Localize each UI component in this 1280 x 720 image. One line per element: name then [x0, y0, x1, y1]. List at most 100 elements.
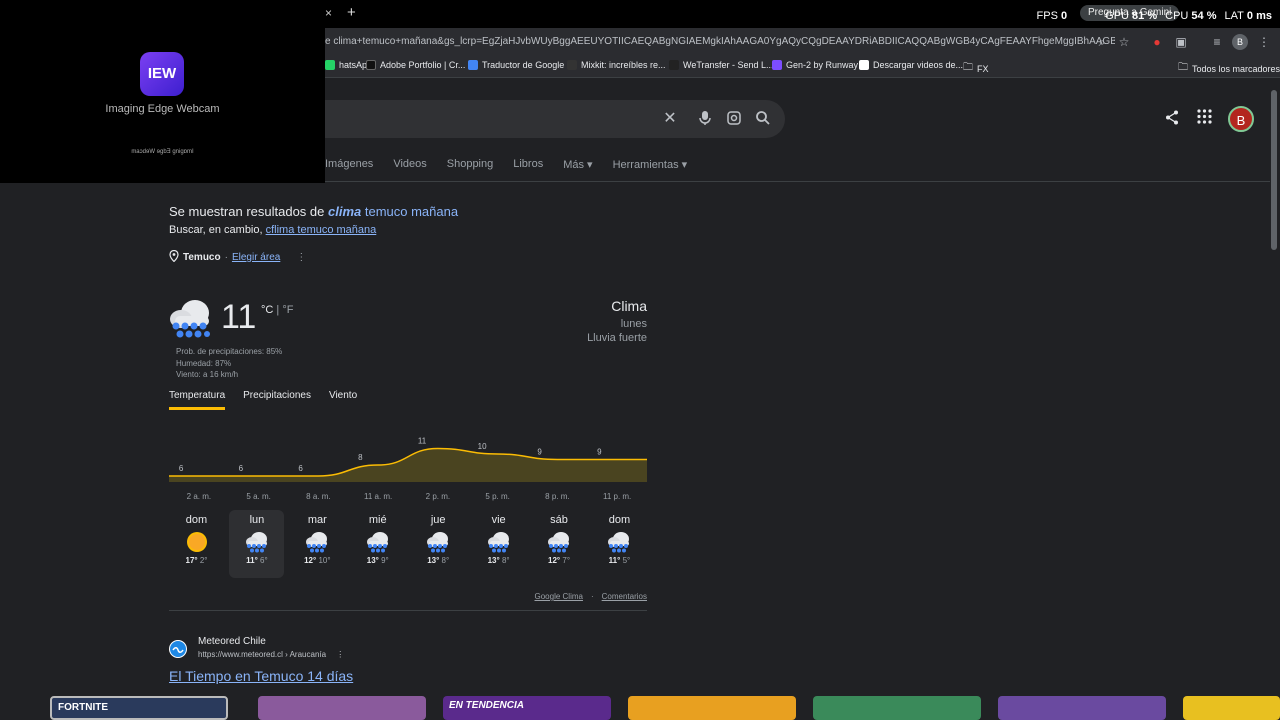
apps-grid-icon[interactable]: [1197, 109, 1212, 128]
day-forecast[interactable]: vie 13° 8°: [471, 510, 526, 578]
bookmark-item[interactable]: Descargar videos de...: [859, 60, 963, 70]
chart-time-label: 5 a. m.: [246, 492, 270, 501]
thumbnail-card[interactable]: [628, 696, 796, 720]
weather-footer: Google Clima · Comentarios: [535, 592, 648, 601]
menu-kebab-icon[interactable]: ⋮: [1256, 34, 1272, 50]
filter-images[interactable]: Imágenes: [325, 158, 373, 174]
bookmark-item[interactable]: Mixkit: increíbles re...: [567, 60, 666, 70]
rain-cloud-icon: [606, 531, 632, 553]
page-scrollbar[interactable]: [1271, 90, 1277, 250]
rain-cloud-icon: [546, 531, 572, 553]
result-url: https://www.meteored.cl › Araucanía ⋮: [198, 650, 345, 659]
webcam-overlay: IEW Imaging Edge Webcam maɔdɘW ɘgbƎ gnig…: [0, 0, 325, 183]
webcam-app-name: Imaging Edge Webcam: [105, 103, 220, 115]
location-separator: ·: [224, 252, 228, 263]
gpu-label: GPU: [1105, 10, 1129, 22]
bookmark-item[interactable]: Gen-2 by Runway: [772, 60, 858, 70]
chart-time-label: 2 a. m.: [187, 492, 211, 501]
day-name: mar: [307, 514, 327, 526]
extensions-puzzle-icon[interactable]: ▣: [1173, 34, 1189, 50]
day-forecast[interactable]: lun 11° 6°: [229, 510, 285, 578]
chart-temp-label: 9: [597, 448, 602, 457]
new-tab-button[interactable]: +: [347, 4, 356, 21]
bookmark-favicon: [366, 60, 376, 70]
bookmark-item[interactable]: Adobe Portfolio | Cr...: [366, 60, 465, 70]
day-high: 13°: [427, 556, 440, 565]
thumbnail-card[interactable]: FORTNITE: [50, 696, 228, 720]
account-avatar[interactable]: B: [1228, 106, 1254, 132]
search-input[interactable]: ✕: [325, 100, 785, 138]
day-temps: 11° 6°: [229, 556, 284, 565]
filter-tools[interactable]: Herramientas ▾: [613, 158, 688, 174]
filter-more[interactable]: Más ▾: [563, 158, 592, 174]
day-forecast[interactable]: dom 11° 5°: [592, 510, 647, 578]
sun-icon: [184, 531, 210, 553]
thumbnail-card[interactable]: [1183, 696, 1280, 720]
day-temps: 11° 5°: [592, 556, 647, 565]
day-forecast[interactable]: jue 13° 8°: [411, 510, 466, 578]
day-forecast[interactable]: mié 13° 9°: [350, 510, 405, 578]
lat-label: LAT: [1224, 10, 1244, 22]
cpu-value: 54 %: [1191, 10, 1217, 22]
day-forecast[interactable]: sáb 12° 7°: [532, 510, 587, 578]
folder-icon: 🗀: [1178, 62, 1188, 73]
chart-temp-label: 6: [298, 464, 303, 473]
zoom-icon[interactable]: ⌕: [1094, 34, 1110, 50]
day-forecast[interactable]: mar 12° 10°: [290, 510, 345, 578]
thumbnail-card[interactable]: [998, 696, 1166, 720]
share-icon[interactable]: [1165, 110, 1179, 129]
filter-books[interactable]: Libros: [513, 158, 543, 174]
bookmark-item[interactable]: hatsApp: [325, 60, 372, 70]
filter-shopping[interactable]: Shopping: [447, 158, 494, 174]
tab-wind[interactable]: Viento: [329, 390, 357, 410]
change-area-link[interactable]: Elegir área: [232, 252, 280, 263]
bookmark-favicon: [468, 60, 478, 70]
unit-celsius[interactable]: °C: [261, 304, 273, 316]
bookmark-favicon: [859, 60, 869, 70]
showing-results-line: Se muestran resultados de clima temuco m…: [169, 204, 459, 219]
search-icon[interactable]: [754, 110, 772, 128]
thumbnail-card[interactable]: EN TENDENCIA: [443, 696, 611, 720]
bookmark-item[interactable]: WeTransfer - Send L...: [669, 60, 774, 70]
result-title-link[interactable]: El Tiempo en Temuco 14 días: [169, 668, 353, 684]
bookmark-favicon: [669, 60, 679, 70]
bookmark-item[interactable]: Traductor de Google: [468, 60, 564, 70]
reading-list-icon[interactable]: ≡: [1209, 34, 1225, 50]
bookmark-favicon: [325, 60, 335, 70]
thumbnail-card[interactable]: [813, 696, 981, 720]
thumbnail-card[interactable]: [258, 696, 426, 720]
all-bookmarks-folder[interactable]: 🗀 Todos los marcadores: [1178, 60, 1280, 77]
feedback-link[interactable]: Comentarios: [602, 592, 647, 601]
unit-fahrenheit[interactable]: °F: [282, 304, 293, 316]
result-more-icon[interactable]: ⋮: [336, 650, 344, 659]
day-forecast[interactable]: dom 17° 2°: [169, 510, 224, 578]
tab-temperature[interactable]: Temperatura: [169, 390, 226, 410]
rain-cloud-icon: [365, 531, 391, 553]
day-temps: 13° 8°: [411, 556, 466, 565]
bookmark-folder[interactable]: 🗀 FX: [963, 60, 989, 77]
perf-overlay: FPS 0 GPU 81 % CPU 54 % LAT 0 ms: [1037, 10, 1272, 22]
more-options-icon[interactable]: ⋮: [296, 252, 306, 263]
day-low: 8°: [501, 556, 510, 565]
lens-icon[interactable]: [725, 110, 743, 128]
filter-videos[interactable]: Videos: [393, 158, 426, 174]
extension-icon[interactable]: ●: [1149, 34, 1165, 50]
corrected-query-link[interactable]: clima temuco mañana: [328, 204, 458, 219]
weather-condition: Lluvia fuerte: [587, 332, 647, 344]
result-site-name[interactable]: Meteored Chile: [198, 636, 266, 647]
webcam-mirrored-text: maɔdɘW ɘgbƎ gnigɒmI: [131, 149, 194, 155]
chart-temp-label: 10: [478, 442, 487, 451]
footer-separator: ·: [590, 592, 594, 601]
day-low: 7°: [562, 556, 571, 565]
result-divider: [169, 610, 647, 611]
browser-profile-avatar[interactable]: B: [1232, 34, 1248, 50]
folder-icon: 🗀: [963, 62, 973, 73]
tab-precipitation[interactable]: Precipitaciones: [243, 390, 311, 410]
clear-icon[interactable]: ✕: [661, 110, 679, 128]
url-field[interactable]: e clima+temuco+mañana&gs_lcrp=EgZjaHJvbW…: [325, 32, 1115, 52]
bookmark-star-icon[interactable]: ☆: [1116, 34, 1132, 50]
google-weather-link[interactable]: Google Clima: [535, 592, 583, 601]
mic-icon[interactable]: [696, 110, 714, 128]
close-tab-icon[interactable]: ×: [325, 6, 332, 20]
original-query-link[interactable]: cflima temuco mañana: [266, 224, 377, 236]
